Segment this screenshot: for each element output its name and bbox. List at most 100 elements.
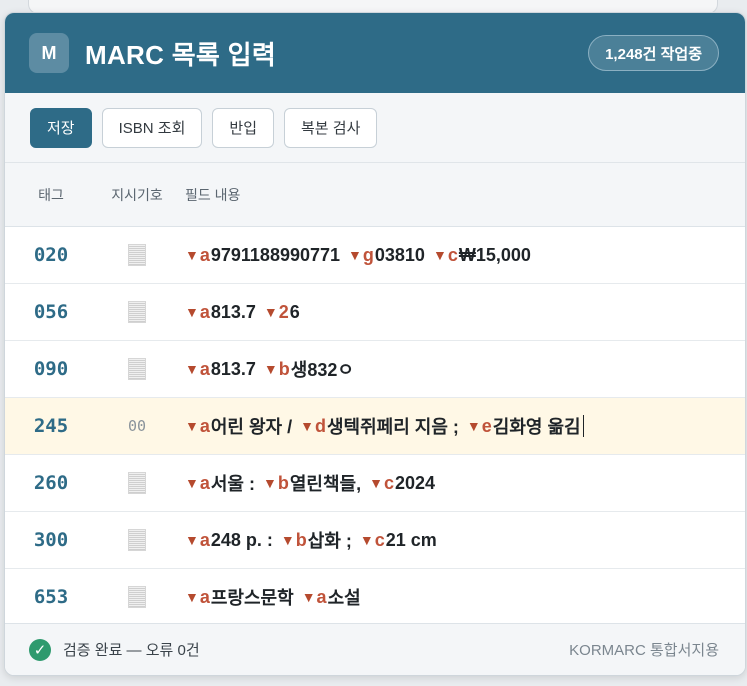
subfield: ▼ a 서울 : — [185, 470, 262, 496]
field-tag[interactable]: 300 — [5, 529, 97, 551]
field-content[interactable]: ▼ a 9791188990771 ▼ g 03810 ▼ c ₩15,000 — [177, 245, 539, 266]
subfield-value: 21 cm — [385, 529, 437, 550]
subfield: ▼ c 2024 — [369, 473, 442, 494]
marc-field-row[interactable]: 260 ▼ a 서울 : ▼ b 열린책들, ▼ c 2024 — [5, 455, 745, 512]
indicator-value: 00 — [127, 417, 147, 435]
blank-indicator-icon — [128, 358, 146, 380]
subfield-delimiter-icon: ▼ — [369, 475, 383, 491]
field-tag[interactable]: 653 — [5, 586, 97, 608]
check-circle-icon: ✓ — [29, 638, 51, 661]
field-indicator[interactable] — [97, 586, 177, 608]
subfield-code: 2 — [278, 301, 289, 322]
subfield-code: a — [199, 529, 210, 550]
subfield-value: 813.7 — [210, 358, 256, 379]
subfield-delimiter-icon: ▼ — [185, 475, 199, 491]
subfield-delimiter-icon: ▼ — [301, 589, 316, 605]
field-indicator[interactable] — [97, 244, 177, 266]
subfield-value: 김화영 옮김 — [492, 417, 581, 437]
field-tag[interactable]: 260 — [5, 472, 97, 494]
subfield-value: 9791188990771 — [210, 244, 341, 265]
subfield-delimiter-icon: ▼ — [185, 532, 199, 548]
marc-field-row[interactable]: 090 ▼ a 813.7 ▼ b 생832ㅇ — [5, 341, 745, 398]
table-header: 태그 지시기호 필드 내용 — [5, 163, 745, 227]
field-content[interactable]: ▼ a 813.7 ▼ b 생832ㅇ — [177, 356, 362, 382]
subfield-value: 생텍쥐페리 지음 ; — [326, 417, 459, 437]
subfield: ▼ b 삽화 ; — [281, 527, 359, 553]
subfield-value: 6 — [289, 301, 300, 322]
field-content[interactable]: ▼ a 서울 : ▼ b 열린책들, ▼ c 2024 — [177, 470, 443, 496]
subfield: ▼ b 열린책들, — [263, 470, 368, 496]
subfield: ▼ a 813.7 — [185, 302, 263, 323]
subfield-code: a — [199, 244, 210, 265]
import-button[interactable]: 반입 — [212, 107, 274, 148]
blank-indicator-icon — [128, 472, 146, 494]
field-content[interactable]: ▼ a 어린 왕자 / ▼ d 생텍쥐페리 지음 ; ▼ e 김화영 옮김 — [177, 413, 584, 439]
blank-indicator-icon — [128, 244, 146, 266]
text-cursor — [582, 415, 584, 437]
subfield-code: c — [374, 529, 385, 550]
marc-field-row[interactable]: 245 00 ▼ a 어린 왕자 / ▼ d 생텍쥐페리 지음 ; ▼ e 김화영 옮김 — [5, 398, 745, 455]
save-button[interactable]: 저장 — [30, 107, 92, 148]
app-header: M MARC 목록 입력 1,248건 작업중 — [5, 13, 745, 93]
field-tag[interactable]: 056 — [5, 301, 97, 323]
subfield-delimiter-icon: ▼ — [466, 418, 481, 434]
subfield-delimiter-icon: ▼ — [300, 418, 314, 434]
marc-field-row[interactable]: 056 ▼ a 813.7 ▼ 2 6 — [5, 284, 745, 341]
subfield-code: e — [481, 415, 492, 436]
subfield-delimiter-icon: ▼ — [359, 532, 374, 548]
field-tag[interactable]: 020 — [5, 244, 97, 266]
subfield-value: 삽화 ; — [307, 531, 352, 551]
subfield: ▼ g 03810 — [348, 245, 432, 266]
subfield-delimiter-icon: ▼ — [263, 361, 278, 377]
field-indicator[interactable] — [97, 529, 177, 551]
subfield-value: 열린책들, — [289, 474, 362, 494]
validation-status: 검증 완료 — 오류 0건 — [63, 642, 200, 659]
subfield-delimiter-icon: ▼ — [185, 361, 199, 377]
marc-editor-window: M MARC 목록 입력 1,248건 작업중 저장 ISBN 조회 반입 복본… — [4, 12, 746, 676]
field-tag[interactable]: 090 — [5, 358, 97, 380]
subfield-value: 생832ㅇ — [290, 360, 354, 380]
status-bar: ✓ 검증 완료 — 오류 0건 KORMARC 통합서지용 — [5, 623, 745, 675]
blank-indicator-icon — [128, 586, 146, 608]
subfield: ▼ a 소설 — [302, 584, 368, 610]
field-indicator[interactable] — [97, 301, 177, 323]
subfield-delimiter-icon: ▼ — [280, 532, 295, 548]
subfield-value: 03810 — [374, 244, 425, 265]
field-indicator[interactable] — [97, 472, 177, 494]
field-content[interactable]: ▼ a 248 p. : ▼ b 삽화 ; ▼ c 21 cm — [177, 527, 445, 553]
column-header-content: 필드 내용 — [185, 186, 241, 203]
subfield: ▼ a 248 p. : — [185, 530, 280, 551]
marc-standard-label: KORMARC 통합서지용 — [569, 642, 719, 659]
subfield-value: 248 p. : — [210, 529, 273, 550]
marc-field-row[interactable]: 300 ▼ a 248 p. : ▼ b 삽화 ; ▼ c 21 cm — [5, 512, 745, 569]
subfield: ▼ c ₩15,000 — [433, 245, 538, 266]
subfield-code: a — [199, 472, 210, 493]
field-content[interactable]: ▼ a 813.7 ▼ 2 6 — [177, 302, 308, 323]
isbn-lookup-button[interactable]: ISBN 조회 — [101, 107, 203, 148]
subfield-code: a — [199, 415, 210, 436]
marc-field-list: 020 ▼ a 9791188990771 ▼ g 03810 ▼ c ₩15,000 056 ▼ a 8… — [5, 227, 745, 626]
marc-field-row[interactable]: 020 ▼ a 9791188990771 ▼ g 03810 ▼ c ₩15,000 — [5, 227, 745, 284]
subfield-code: c — [447, 244, 458, 265]
subfield-code: c — [383, 472, 394, 493]
field-content[interactable]: ▼ a 프랑스문학 ▼ a 소설 — [177, 584, 369, 610]
duplicate-check-button[interactable]: 복본 검사 — [284, 107, 378, 148]
marc-field-row[interactable]: 653 ▼ a 프랑스문학 ▼ a 소설 — [5, 569, 745, 626]
subfield-value: 서울 : — [210, 474, 255, 494]
subfield-code: b — [278, 358, 290, 379]
subfield: ▼ a 813.7 — [185, 359, 263, 380]
subfield-value: 813.7 — [210, 301, 256, 322]
subfield: ▼ d 생텍쥐페리 지음 ; — [300, 413, 466, 439]
subfield: ▼ e 김화영 옮김 — [467, 413, 588, 439]
work-count-badge: 1,248건 작업중 — [588, 35, 719, 71]
field-indicator[interactable] — [97, 358, 177, 380]
subfield-delimiter-icon: ▼ — [348, 247, 362, 263]
subfield-value: 어린 왕자 / — [210, 417, 293, 437]
blank-indicator-icon — [128, 529, 146, 551]
field-indicator[interactable]: 00 — [97, 417, 177, 435]
app-logo: M — [29, 33, 69, 73]
field-tag[interactable]: 245 — [5, 415, 97, 437]
subfield: ▼ a 어린 왕자 / — [185, 413, 299, 439]
subfield-value: 소설 — [327, 588, 361, 608]
subfield-delimiter-icon: ▼ — [185, 589, 199, 605]
